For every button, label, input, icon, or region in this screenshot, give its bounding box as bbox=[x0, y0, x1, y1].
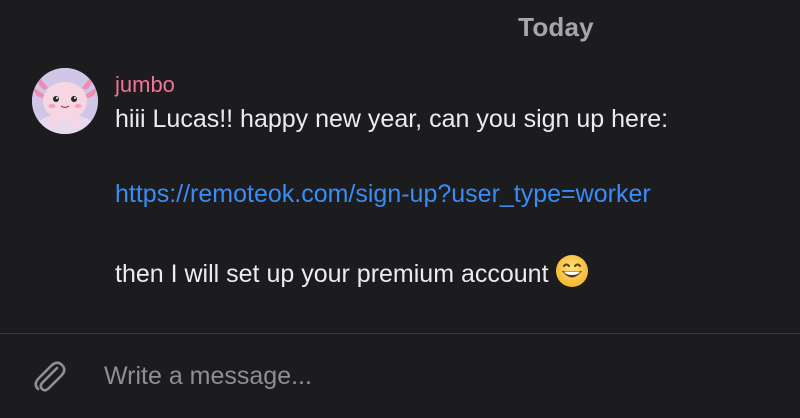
message-input[interactable] bbox=[104, 358, 764, 394]
grinning-face-emoji-icon bbox=[555, 254, 589, 288]
paperclip-icon[interactable] bbox=[30, 356, 68, 396]
message-item: jumbo hiii Lucas!! happy new year, can y… bbox=[32, 68, 782, 328]
chat-screen: Today jumbo hiii Lucas!! happy new year,… bbox=[0, 0, 800, 418]
message-text: then I will set up your premium account bbox=[115, 260, 549, 288]
axolotl-avatar-image bbox=[32, 68, 98, 134]
date-label: Today bbox=[518, 12, 594, 42]
date-header: Today bbox=[0, 12, 800, 43]
sender-name[interactable]: jumbo bbox=[115, 72, 775, 98]
avatar[interactable] bbox=[32, 68, 98, 134]
message-text-line-final: then I will set up your premium account bbox=[115, 254, 775, 289]
message-composer bbox=[0, 334, 800, 418]
message-body: jumbo hiii Lucas!! happy new year, can y… bbox=[115, 72, 775, 289]
message-text-line: hiii Lucas!! happy new year, can you sig… bbox=[115, 105, 669, 133]
signup-link[interactable]: https://remoteok.com/sign-up?user_type=w… bbox=[115, 179, 775, 209]
